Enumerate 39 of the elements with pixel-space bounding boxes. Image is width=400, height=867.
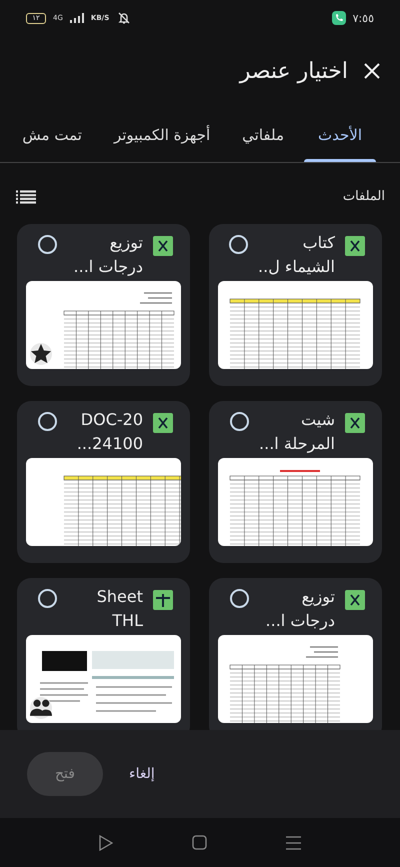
dialog-title: اختيار عنصر [240,58,348,84]
file-card[interactable]: توزيع درجات ا... [209,578,382,730]
tab[interactable]: ملفاتي [226,108,300,162]
file-card[interactable]: DOC-20 24100... [17,401,190,563]
file-name: شيت المرحلة ا... [259,409,335,455]
section-title: الملفات [342,189,385,204]
select-radio[interactable] [38,589,57,608]
spreadsheet-icon [153,236,173,256]
file-name: كتاب الشيماء ل.. [258,232,335,278]
select-radio[interactable] [38,412,57,431]
signal-icon [70,13,84,23]
spreadsheet-icon [153,413,173,433]
tab[interactable]: تمت مش [6,108,98,162]
file-name: DOC-20 24100... [76,409,143,455]
select-radio[interactable] [230,589,249,608]
file-card[interactable]: كتاب الشيماء ل.. [209,224,382,386]
phone-icon [332,11,346,25]
select-radio[interactable] [230,412,249,431]
file-name: توزيع درجات ا... [264,586,335,632]
select-radio[interactable] [38,235,57,254]
tab[interactable]: أجهزة الكمبيوتر [98,108,226,162]
list-view-icon[interactable] [16,190,36,204]
spreadsheet-icon [345,236,365,256]
spreadsheet-icon [345,413,365,433]
sheets-icon [153,590,173,610]
menu-icon[interactable] [286,836,301,850]
spreadsheet-icon [345,590,365,610]
back-icon[interactable] [99,834,114,850]
home-icon[interactable] [192,835,207,850]
file-card[interactable]: Sheet THL [17,578,190,730]
file-card[interactable]: توزيع درجات ا... [17,224,190,386]
file-name: توزيع درجات ا... [72,232,143,278]
file-name: Sheet THL [96,586,143,632]
select-radio[interactable] [229,235,248,254]
clock-time: ٧:٥٥ [352,12,374,24]
file-card[interactable]: شيت المرحلة ا... [209,401,382,563]
cancel-button[interactable]: إلغاء [129,758,155,790]
tab[interactable]: الأحدث [300,108,380,162]
close-icon[interactable] [364,63,380,79]
